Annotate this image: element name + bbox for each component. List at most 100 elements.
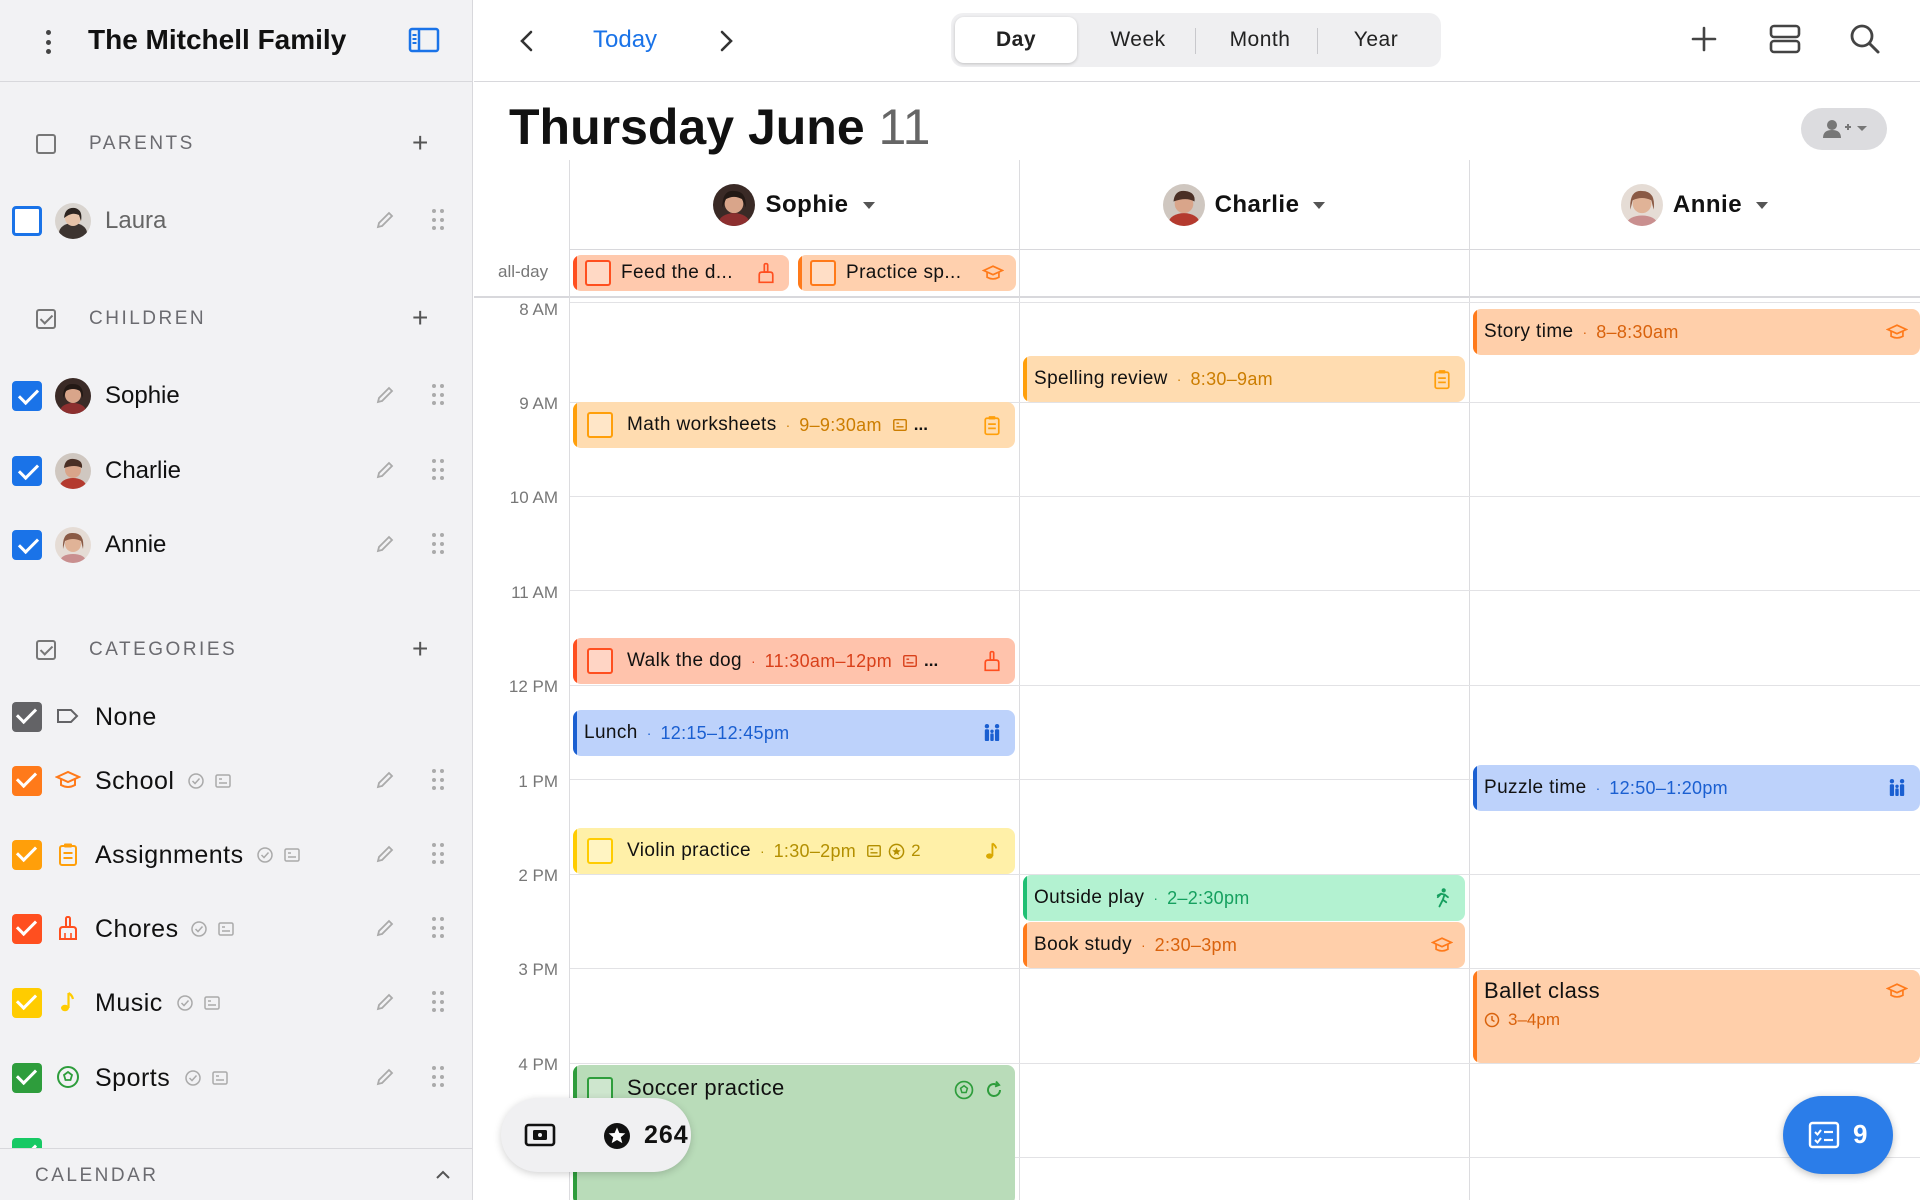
event-outside-play[interactable]: Outside play · 2–2:30pm	[1023, 875, 1465, 921]
music-note-icon	[61, 992, 75, 1012]
event-complete-checkbox[interactable]	[810, 260, 836, 286]
category-row-assignments[interactable]: Assignments	[0, 827, 472, 883]
allday-event-practice[interactable]: Practice sp...	[798, 255, 1016, 291]
view-year-tab[interactable]: Year	[1315, 17, 1437, 63]
drag-handle-icon[interactable]	[432, 843, 444, 865]
school-category-checkbox[interactable]	[12, 766, 42, 796]
layout-split-icon[interactable]	[1766, 20, 1804, 58]
all-day-label: all-day	[498, 262, 549, 281]
drag-handle-icon[interactable]	[432, 533, 444, 555]
today-button[interactable]: Today	[593, 26, 657, 54]
chevron-up-icon[interactable]	[434, 1167, 452, 1181]
drag-handle-icon[interactable]	[432, 1066, 444, 1088]
children-select-all-checkbox[interactable]	[36, 309, 56, 329]
categories-select-all-checkbox[interactable]	[36, 640, 56, 660]
assignments-category-checkbox[interactable]	[12, 840, 42, 870]
event-spelling-review[interactable]: Spelling review · 8:30–9am	[1023, 356, 1465, 402]
column-header-charlie[interactable]: Charlie	[1019, 160, 1469, 250]
drag-handle-icon[interactable]	[432, 769, 444, 791]
category-row-chores[interactable]: Chores	[0, 901, 472, 957]
sports-category-checkbox[interactable]	[12, 1063, 42, 1093]
drag-handle-icon[interactable]	[432, 384, 444, 406]
event-complete-checkbox[interactable]	[585, 260, 611, 286]
child-row-charlie[interactable]: Charlie	[0, 443, 472, 499]
hour-line	[570, 1063, 1920, 1064]
calendar-section-footer[interactable]: CALENDAR	[0, 1148, 472, 1200]
event-title: Math worksheets	[627, 414, 777, 435]
event-lunch[interactable]: Lunch · 12:15–12:45pm	[573, 710, 1015, 756]
edit-pencil-icon[interactable]	[374, 917, 396, 939]
category-row-none[interactable]: None	[0, 689, 472, 745]
tasks-button[interactable]: 9	[1783, 1096, 1893, 1174]
charlie-checkbox[interactable]	[12, 456, 42, 486]
column-header-sophie[interactable]: Sophie	[569, 160, 1019, 250]
event-book-study[interactable]: Book study · 2:30–3pm	[1023, 922, 1465, 968]
drag-handle-icon[interactable]	[432, 459, 444, 481]
chevron-right-icon[interactable]	[711, 26, 741, 56]
day-grid: 8 AM 9 AM 10 AM 11 AM 12 PM 1 PM 2 PM 3 …	[474, 160, 1920, 1200]
event-complete-checkbox[interactable]	[587, 838, 613, 864]
child-name: Charlie	[105, 457, 182, 484]
event-math-worksheets[interactable]: Math worksheets · 9–9:30am ...	[573, 402, 1015, 448]
add-child-button[interactable]: +	[412, 304, 428, 332]
event-ballet-class[interactable]: Ballet class 3–4pm	[1473, 970, 1920, 1063]
chores-category-checkbox[interactable]	[12, 914, 42, 944]
music-category-checkbox[interactable]	[12, 988, 42, 1018]
category-row-sports[interactable]: Sports	[0, 1050, 472, 1106]
edit-pencil-icon[interactable]	[374, 384, 396, 406]
search-icon[interactable]	[1846, 20, 1884, 58]
more-menu-icon[interactable]	[38, 26, 58, 58]
edit-pencil-icon[interactable]	[374, 843, 396, 865]
event-time: 2:30–3pm	[1154, 934, 1238, 955]
edit-pencil-icon[interactable]	[374, 209, 396, 231]
view-day-tab[interactable]: Day	[955, 17, 1077, 63]
family-icon	[1889, 779, 1905, 797]
none-category-checkbox[interactable]	[12, 702, 42, 732]
sophie-checkbox[interactable]	[12, 381, 42, 411]
edit-pencil-icon[interactable]	[374, 769, 396, 791]
view-week-tab[interactable]: Week	[1077, 17, 1199, 63]
add-parent-button[interactable]: +	[412, 129, 428, 157]
edit-pencil-icon[interactable]	[374, 1066, 396, 1088]
event-complete-checkbox[interactable]	[587, 412, 613, 438]
chevron-left-icon[interactable]	[512, 26, 542, 56]
add-person-button[interactable]	[1801, 108, 1887, 150]
event-puzzle-time[interactable]: Puzzle time · 12:50–1:20pm	[1473, 765, 1920, 811]
drag-handle-icon[interactable]	[432, 917, 444, 939]
column-header-annie[interactable]: Annie	[1469, 160, 1920, 250]
annie-checkbox[interactable]	[12, 530, 42, 560]
edit-pencil-icon[interactable]	[374, 459, 396, 481]
add-event-icon[interactable]	[1685, 20, 1723, 58]
edit-pencil-icon[interactable]	[374, 533, 396, 555]
view-month-tab[interactable]: Month	[1199, 17, 1321, 63]
hour-label: 3 PM	[518, 960, 558, 979]
column-person-name: Sophie	[765, 191, 849, 218]
parents-select-all-checkbox[interactable]	[36, 134, 56, 154]
event-violin-practice[interactable]: Violin practice · 1:30–2pm 2	[573, 828, 1015, 874]
event-walk-the-dog[interactable]: Walk the dog · 11:30am–12pm ...	[573, 638, 1015, 684]
tag-icon	[57, 709, 79, 723]
child-row-annie[interactable]: Annie	[0, 517, 472, 573]
parent-name: Laura	[105, 207, 167, 234]
parent-row-laura[interactable]: Laura	[0, 193, 472, 249]
event-more: ...	[913, 415, 928, 434]
event-complete-checkbox[interactable]	[587, 648, 613, 674]
laura-checkbox[interactable]	[12, 206, 42, 236]
card-icon	[903, 654, 917, 668]
event-story-time[interactable]: Story time · 8–8:30am	[1473, 309, 1920, 355]
drag-handle-icon[interactable]	[432, 209, 444, 231]
drag-handle-icon[interactable]	[432, 991, 444, 1013]
family-title: The Mitchell Family	[88, 24, 347, 55]
edit-pencil-icon[interactable]	[374, 991, 396, 1013]
event-stars: 2	[911, 841, 921, 860]
card-icon	[867, 844, 882, 858]
category-row-music[interactable]: Music	[0, 975, 472, 1031]
points-counter-button[interactable]: 264	[501, 1098, 691, 1172]
category-row-school[interactable]: School	[0, 753, 472, 809]
children-section-header: CHILDREN +	[0, 298, 472, 338]
child-row-sophie[interactable]: Sophie	[0, 368, 472, 424]
allday-event-feed[interactable]: Feed the d...	[573, 255, 789, 291]
add-category-button[interactable]: +	[412, 635, 428, 663]
dropdown-caret-icon	[1756, 201, 1769, 209]
sidebar-toggle-icon[interactable]	[408, 26, 440, 54]
